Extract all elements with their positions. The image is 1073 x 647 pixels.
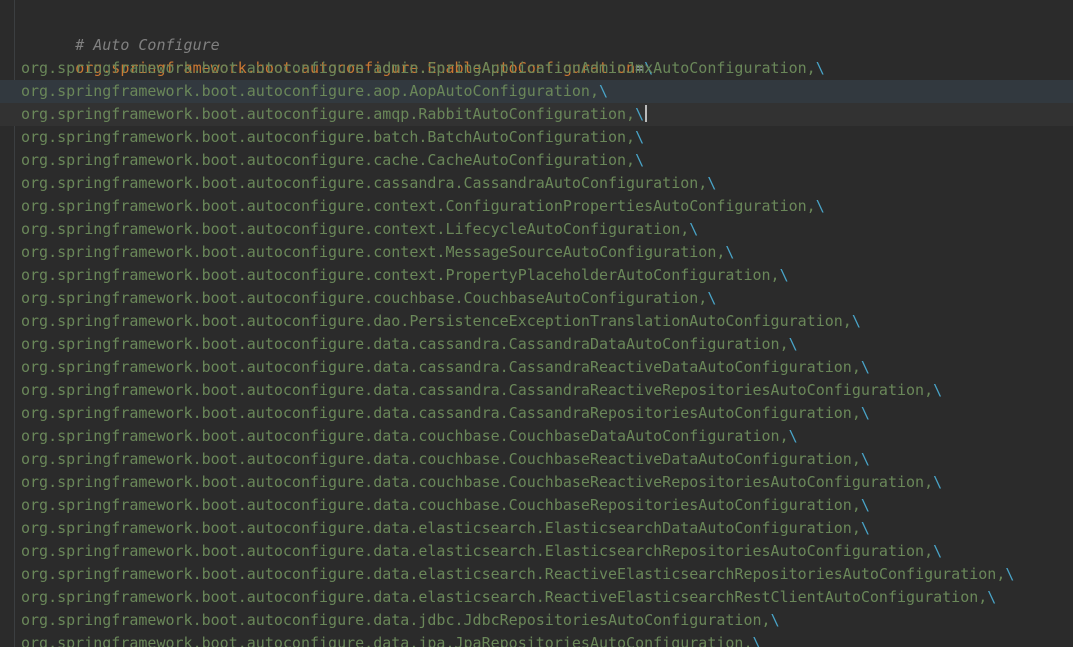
line-continuation: \	[788, 427, 798, 445]
config-entry-value: org.springframework.boot.autoconfigure.c…	[21, 243, 726, 261]
comment-line[interactable]: # Auto Configure	[21, 11, 1073, 54]
config-entry-line[interactable]: org.springframework.boot.autoconfigure.d…	[21, 402, 1073, 425]
config-entry-value: org.springframework.boot.autoconfigure.c…	[21, 289, 708, 307]
config-entry-line[interactable]: org.springframework.boot.autoconfigure.d…	[21, 333, 1073, 356]
config-entry-value: org.springframework.boot.autoconfigure.d…	[21, 496, 861, 514]
config-entry-line[interactable]: org.springframework.boot.autoconfigure.d…	[21, 609, 1073, 632]
config-entry-line[interactable]: org.springframework.boot.autoconfigure.b…	[21, 126, 1073, 149]
config-entry-value: org.springframework.boot.autoconfigure.d…	[21, 312, 852, 330]
config-entry-line[interactable]: org.springframework.boot.autoconfigure.d…	[21, 586, 1073, 609]
config-entry-value: org.springframework.boot.autoconfigure.d…	[21, 473, 934, 491]
config-entry-value: org.springframework.boot.autoconfigure.d…	[21, 565, 1006, 583]
config-entry-line[interactable]: org.springframework.boot.autoconfigure.d…	[21, 471, 1073, 494]
config-entry-line[interactable]: org.springframework.boot.autoconfigure.d…	[21, 310, 1073, 333]
config-entry-line[interactable]: org.springframework.boot.autoconfigure.d…	[21, 425, 1073, 448]
line-continuation: \	[788, 335, 798, 353]
config-entry-value: org.springframework.boot.autoconfigure.d…	[21, 611, 771, 629]
line-continuation: \	[752, 634, 762, 647]
line-continuation: \	[635, 151, 645, 169]
config-entry-value: org.springframework.boot.autoconfigure.d…	[21, 519, 861, 537]
config-entry-value: org.springframework.boot.autoconfigure.d…	[21, 450, 861, 468]
line-continuation: \	[860, 450, 870, 468]
line-continuation: \	[707, 289, 717, 307]
line-continuation: \	[1005, 565, 1015, 583]
line-continuation: \	[635, 128, 645, 146]
config-entry-line[interactable]: org.springframework.boot.autoconfigure.a…	[0, 80, 1073, 103]
line-continuation: \	[933, 473, 943, 491]
config-entry-line[interactable]: org.springframework.boot.autoconfigure.c…	[21, 241, 1073, 264]
config-entry-line[interactable]: org.springframework.boot.autoconfigure.d…	[21, 563, 1073, 586]
config-entry-value: org.springframework.boot.autoconfigure.c…	[21, 197, 816, 215]
config-entry-value: org.springframework.boot.autoconfigure.d…	[21, 542, 934, 560]
line-continuation: \	[860, 519, 870, 537]
line-continuation: \	[770, 611, 780, 629]
config-entry-line[interactable]: org.springframework.boot.autoconfigure.a…	[0, 103, 1073, 126]
line-continuation: \	[933, 381, 943, 399]
config-entry-line[interactable]: org.springframework.boot.autoconfigure.d…	[21, 356, 1073, 379]
line-continuation: \	[598, 82, 608, 100]
config-entry-line[interactable]: org.springframework.boot.autoconfigure.c…	[21, 287, 1073, 310]
config-entry-value: org.springframework.boot.autoconfigure.d…	[21, 358, 861, 376]
line-continuation: \	[933, 542, 943, 560]
line-continuation: \	[707, 174, 717, 192]
config-entry-line[interactable]: org.springframework.boot.autoconfigure.d…	[21, 517, 1073, 540]
line-continuation: \	[860, 358, 870, 376]
config-entry-value: org.springframework.boot.autoconfigure.c…	[21, 266, 780, 284]
config-entry-line[interactable]: org.springframework.boot.autoconfigure.c…	[21, 195, 1073, 218]
config-entry-value: org.springframework.boot.autoconfigure.d…	[21, 427, 789, 445]
property-key-line[interactable]: org.springframework.boot.autoconfigure.E…	[21, 34, 1073, 77]
text-caret	[645, 105, 648, 122]
config-entry-line[interactable]: org.springframework.boot.autoconfigure.c…	[21, 149, 1073, 172]
line-continuation: \	[987, 588, 997, 606]
config-entry-line[interactable]: org.springframework.boot.autoconfigure.d…	[21, 632, 1073, 647]
line-continuation: \	[815, 59, 825, 77]
config-entry-line[interactable]: org.springframework.boot.autoconfigure.a…	[21, 57, 1073, 80]
config-entry-line[interactable]: org.springframework.boot.autoconfigure.c…	[21, 172, 1073, 195]
line-continuation: \	[635, 105, 645, 123]
config-entry-line[interactable]: org.springframework.boot.autoconfigure.c…	[21, 218, 1073, 241]
config-entry-value: org.springframework.boot.autoconfigure.c…	[21, 151, 636, 169]
line-continuation: \	[815, 197, 825, 215]
config-entry-value: org.springframework.boot.autoconfigure.d…	[21, 381, 934, 399]
line-continuation: \	[860, 404, 870, 422]
line-continuation: \	[689, 220, 699, 238]
code-editor[interactable]: # Auto Configure org.springframework.boo…	[0, 0, 1073, 647]
line-continuation: \	[725, 243, 735, 261]
config-entry-value: org.springframework.boot.autoconfigure.a…	[21, 105, 636, 123]
config-entry-line[interactable]: org.springframework.boot.autoconfigure.d…	[21, 379, 1073, 402]
config-entry-value: org.springframework.boot.autoconfigure.c…	[21, 174, 708, 192]
config-entry-value: org.springframework.boot.autoconfigure.c…	[21, 220, 690, 238]
config-entry-value: org.springframework.boot.autoconfigure.b…	[21, 128, 636, 146]
code-area[interactable]: # Auto Configure org.springframework.boo…	[0, 11, 1073, 647]
config-entry-value: org.springframework.boot.autoconfigure.a…	[21, 59, 816, 77]
config-entry-value: org.springframework.boot.autoconfigure.d…	[21, 634, 753, 647]
config-entry-value: org.springframework.boot.autoconfigure.d…	[21, 588, 988, 606]
line-continuation: \	[860, 496, 870, 514]
config-entry-line[interactable]: org.springframework.boot.autoconfigure.c…	[21, 264, 1073, 287]
config-entry-value: org.springframework.boot.autoconfigure.d…	[21, 404, 861, 422]
config-entry-line[interactable]: org.springframework.boot.autoconfigure.d…	[21, 448, 1073, 471]
config-entry-value: org.springframework.boot.autoconfigure.a…	[21, 82, 599, 100]
config-entry-line[interactable]: org.springframework.boot.autoconfigure.d…	[21, 494, 1073, 517]
config-entry-value: org.springframework.boot.autoconfigure.d…	[21, 335, 789, 353]
line-continuation: \	[851, 312, 861, 330]
line-continuation: \	[779, 266, 789, 284]
config-entry-line[interactable]: org.springframework.boot.autoconfigure.d…	[21, 540, 1073, 563]
